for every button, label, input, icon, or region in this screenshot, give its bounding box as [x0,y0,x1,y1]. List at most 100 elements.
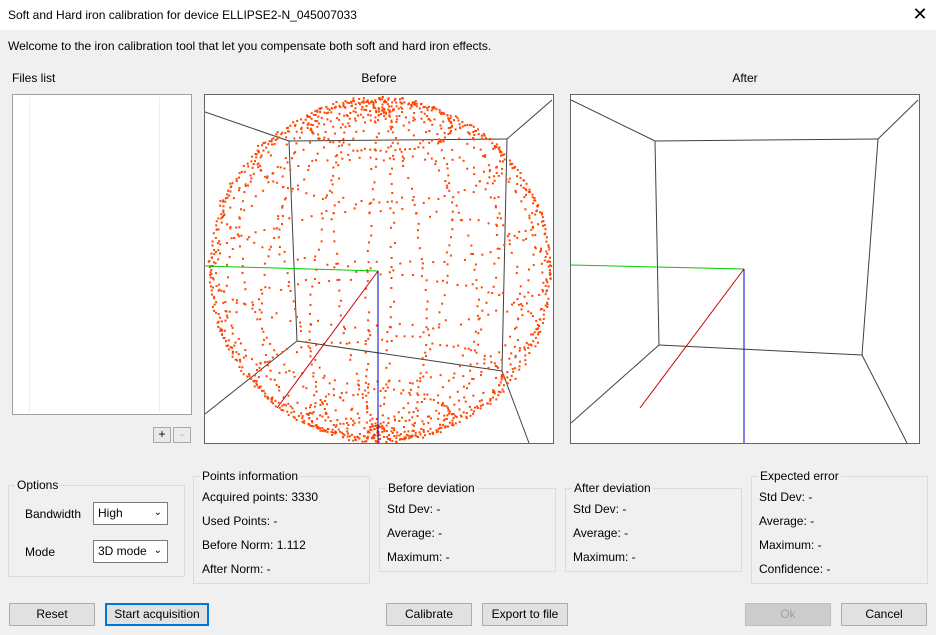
data-point [446,274,449,277]
data-point [496,247,499,250]
before-plot [205,95,553,443]
data-point [482,170,485,173]
data-point [516,236,519,239]
data-point [283,260,286,263]
data-point [422,423,425,426]
data-point [266,364,269,367]
data-point [467,318,470,321]
data-point [431,106,434,109]
data-point [295,130,298,133]
after-3d-view[interactable] [570,94,920,444]
close-icon[interactable]: ✕ [906,4,934,26]
data-point [308,330,311,333]
data-point [408,121,411,124]
data-point [337,428,340,431]
data-point [333,379,336,382]
data-point [530,312,533,315]
data-point [253,385,256,388]
data-point [287,285,290,287]
data-point [339,299,342,302]
data-point [404,420,407,422]
data-point [272,180,275,183]
data-point [514,165,516,168]
data-point [350,104,353,107]
files-list[interactable] [12,94,192,415]
data-point [325,395,327,398]
export-button[interactable]: Export to file [482,603,568,626]
data-point [300,126,303,129]
data-point [373,427,376,430]
data-point [300,412,303,415]
data-point [433,106,436,109]
data-point [230,324,233,327]
data-point [499,160,501,163]
data-point [374,101,377,104]
data-point [395,115,398,118]
data-point [534,345,537,348]
data-point [504,344,507,347]
data-point [498,351,501,354]
mode-select[interactable]: 3D mode ⌄ [93,540,168,563]
data-point [253,374,256,377]
data-point [390,119,393,122]
data-point [533,331,536,334]
data-point [330,218,333,221]
data-point [212,286,214,289]
remove-file-button[interactable]: - [173,427,191,443]
add-file-button[interactable]: + [153,427,171,443]
data-point [366,101,369,103]
data-point [278,386,280,388]
data-point [321,415,324,418]
data-point [425,326,428,329]
data-point [342,101,345,104]
data-point [238,217,241,220]
data-point [439,424,442,426]
data-point [374,99,377,102]
data-point [372,198,375,201]
start-acquisition-button[interactable]: Start acquisition [105,603,209,626]
reset-button[interactable]: Reset [9,603,95,626]
data-point [272,137,275,140]
data-point [407,129,410,132]
data-point [270,140,273,143]
data-point [271,356,274,359]
before-3d-view[interactable] [204,94,554,444]
data-point [386,436,389,438]
data-point [547,285,550,288]
data-point [352,419,355,422]
data-point [291,157,293,160]
data-point [446,167,449,170]
data-point [452,345,455,348]
bandwidth-select[interactable]: High ⌄ [93,502,168,525]
ok-button[interactable]: Ok [745,603,831,626]
data-point [413,103,416,106]
data-point [278,228,281,231]
data-point [350,101,353,103]
calibrate-button[interactable]: Calibrate [386,603,472,626]
data-point [320,106,323,109]
data-point [313,194,315,197]
data-point [386,103,389,106]
data-point [508,243,511,246]
data-point [442,112,445,115]
data-point [305,192,308,195]
data-point [354,117,357,120]
data-point [271,172,274,175]
data-point [502,384,505,387]
y-axis [276,270,379,409]
data-point [431,431,434,434]
data-point [470,408,473,411]
data-point [309,347,312,350]
data-point [258,366,261,369]
data-point [454,128,457,131]
data-point [325,411,328,414]
data-point [312,113,315,116]
data-point [330,431,333,434]
data-point [464,400,467,403]
data-point [383,435,385,438]
data-point [399,101,402,104]
data-point [514,354,517,357]
cancel-button[interactable]: Cancel [841,603,927,626]
data-point [280,133,283,136]
data-point [395,201,398,204]
